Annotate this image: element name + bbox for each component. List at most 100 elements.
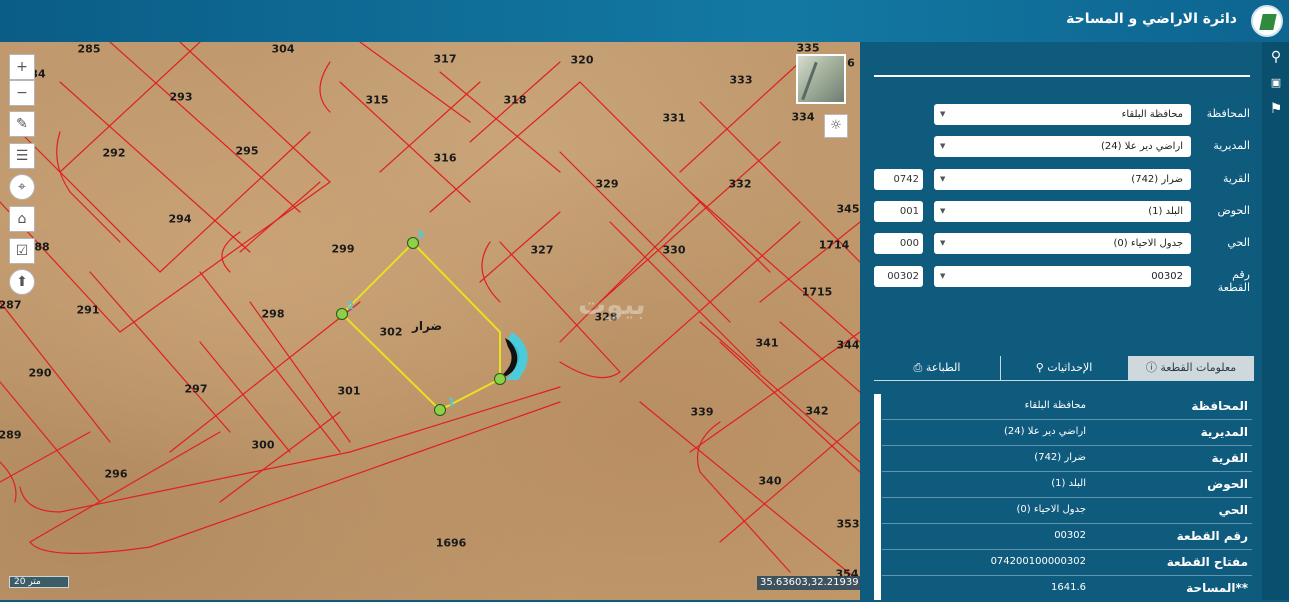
app-header: دائرة الاراضي و المساحة [0, 0, 1289, 42]
info-row: **المساحة 1641.6 [882, 576, 1252, 602]
draw-pencil-icon[interactable]: ✎ [9, 111, 35, 137]
parcel-label: 88 [34, 240, 50, 254]
info-value: اراضي دير علا (24) [1004, 426, 1086, 437]
basemap-toggle-icon[interactable]: ☼ [824, 114, 848, 138]
parcel-label: 293 [169, 90, 193, 104]
locate-crosshair-icon[interactable]: ⌖ [9, 174, 35, 200]
parcel-label: 290 [28, 366, 52, 380]
chevron-down-icon: ▼ [940, 239, 946, 247]
village-select[interactable]: ▼ ضرار (742) [934, 169, 1191, 190]
info-row: الحوض البلد (1) [882, 472, 1252, 498]
info-key: الحوض [1207, 477, 1248, 491]
parcel-label: 289 [0, 428, 22, 442]
edit-checkbox-icon[interactable]: ☑ [9, 238, 35, 264]
info-row: الحي جدول الاحياء (0) [882, 498, 1252, 524]
parcel-label: 292 [102, 146, 126, 160]
village-row: القرية ▼ ضرار (742) 0742 [862, 169, 1262, 191]
info-row: القرية ضرار (742) [882, 446, 1252, 472]
basin-value: البلد (1) [1148, 206, 1183, 217]
parcel-label: 316 [433, 151, 457, 165]
vertex-label: 3 [417, 230, 424, 241]
tab-parcel-info-label: معلومات القطعة [1160, 361, 1237, 374]
parcel-label: 295 [235, 144, 259, 158]
parcel-code-field[interactable]: 00302 [874, 266, 923, 287]
north-arrow-icon[interactable]: ⬆ [9, 269, 35, 295]
district-value: جدول الاحياء (0) [1113, 238, 1184, 249]
tab-print-label: الطباعة [925, 361, 961, 374]
info-row: مفتاح القطعة 074200100000302 [882, 550, 1252, 576]
parcel-label: 299 [331, 242, 355, 256]
coordinates-readout: 35.63603,32.21939 [757, 576, 860, 590]
parcel-label: 320 [570, 53, 594, 67]
map-view[interactable]: 285 304 317 320 335 293 315 318 333 331 … [0, 42, 860, 600]
vertex-label: 2 [347, 301, 354, 312]
governorate-value: محافظة البلقاء [1121, 109, 1183, 120]
parcel-label: 296 [104, 467, 128, 481]
parcel-label-text: رقم القطعة [1217, 268, 1250, 294]
chevron-down-icon: ▼ [940, 175, 946, 183]
district-row: الحي ▼ جدول الاحياء (0) 000 [862, 233, 1262, 255]
camera-icon[interactable]: ▣ [1267, 74, 1285, 92]
parcel-label: 301 [337, 384, 361, 398]
directorate-select[interactable]: ▼ اراضي دير علا (24) [934, 136, 1191, 157]
home-icon[interactable]: ⌂ [9, 206, 35, 232]
district-select[interactable]: ▼ جدول الاحياء (0) [934, 233, 1191, 254]
parcel-label: 294 [168, 212, 192, 226]
village-label: القرية [1222, 172, 1250, 185]
info-key: المديرية [1200, 425, 1248, 439]
info-row: المحافظة محافظة البلقاء [882, 394, 1252, 420]
printer-icon: ⎙ [913, 361, 923, 374]
parcel-label: 340 [758, 474, 782, 488]
parcel-select[interactable]: ▼ 00302 [934, 266, 1191, 287]
overview-minimap[interactable] [796, 54, 846, 104]
village-code-field[interactable]: 0742 [874, 169, 923, 190]
chevron-down-icon: ▼ [940, 142, 946, 150]
zoom-out-button[interactable]: − [9, 80, 35, 106]
parcel-label: 318 [503, 93, 527, 107]
parcel-label: 287 [0, 298, 22, 312]
basin-code-field[interactable]: 001 [874, 201, 923, 222]
governorate-label: المحافظة [1206, 107, 1250, 120]
parcel-label: 329 [595, 177, 619, 191]
basin-select[interactable]: ▼ البلد (1) [934, 201, 1191, 222]
info-row: رقم القطعة 00302 [882, 524, 1252, 550]
parcel-label: 331 [662, 111, 686, 125]
village-value: ضرار (742) [1131, 174, 1183, 185]
location-pin-icon[interactable]: ⚑ [1267, 100, 1285, 118]
measure-icon[interactable]: ☰ [9, 143, 35, 169]
parcel-label: 334 [791, 110, 815, 124]
tab-print[interactable]: الطباعة ⎙ [874, 356, 1000, 380]
info-value: جدول الاحياء (0) [1016, 504, 1087, 515]
tab-coordinates-label: الإحداثيات [1047, 361, 1093, 374]
parcel-label: 300 [251, 438, 275, 452]
parcel-label: 1696 [435, 536, 467, 550]
parcel-label: 291 [76, 303, 100, 317]
parcel-value: 00302 [1151, 271, 1183, 282]
governorate-select[interactable]: ▼ محافظة البلقاء [934, 104, 1191, 125]
chevron-down-icon: ▼ [940, 110, 946, 118]
scrollbar[interactable] [874, 394, 881, 600]
tab-parcel-info[interactable]: معلومات القطعة ⓘ [1128, 356, 1254, 380]
parcel-label: 315 [365, 93, 389, 107]
governorate-row: المحافظة ▼ محافظة البلقاء [862, 104, 1262, 126]
info-key: مفتاح القطعة [1166, 555, 1248, 569]
tab-coordinates[interactable]: الإحداثيات ⚲ [1001, 356, 1127, 380]
info-key: القرية [1211, 451, 1248, 465]
parcel-label: 342 [805, 404, 829, 418]
parcel-label: 333 [729, 73, 753, 87]
district-code-field[interactable]: 000 [874, 233, 923, 254]
parcel-label: 304 [271, 42, 295, 56]
parcel-label: 298 [261, 307, 285, 321]
info-tabs: الطباعة ⎙ الإحداثيات ⚲ معلومات القطعة ⓘ [874, 356, 1254, 380]
info-value: 00302 [1054, 530, 1086, 541]
search-panel: المحافظة ▼ محافظة البلقاء المديرية ▼ اراضي… [862, 42, 1262, 600]
info-value: 074200100000302 [990, 556, 1086, 567]
directorate-label: المديرية [1213, 139, 1250, 152]
app-title: دائرة الاراضي و المساحة [1066, 11, 1237, 27]
vertex-label: 1 [448, 397, 455, 408]
zoom-in-button[interactable]: + [9, 54, 35, 80]
chevron-down-icon: ▼ [940, 272, 946, 280]
search-icon[interactable]: ⚲ [1267, 48, 1285, 66]
district-label: الحي [1227, 236, 1250, 249]
tabs-underline [874, 380, 1254, 381]
